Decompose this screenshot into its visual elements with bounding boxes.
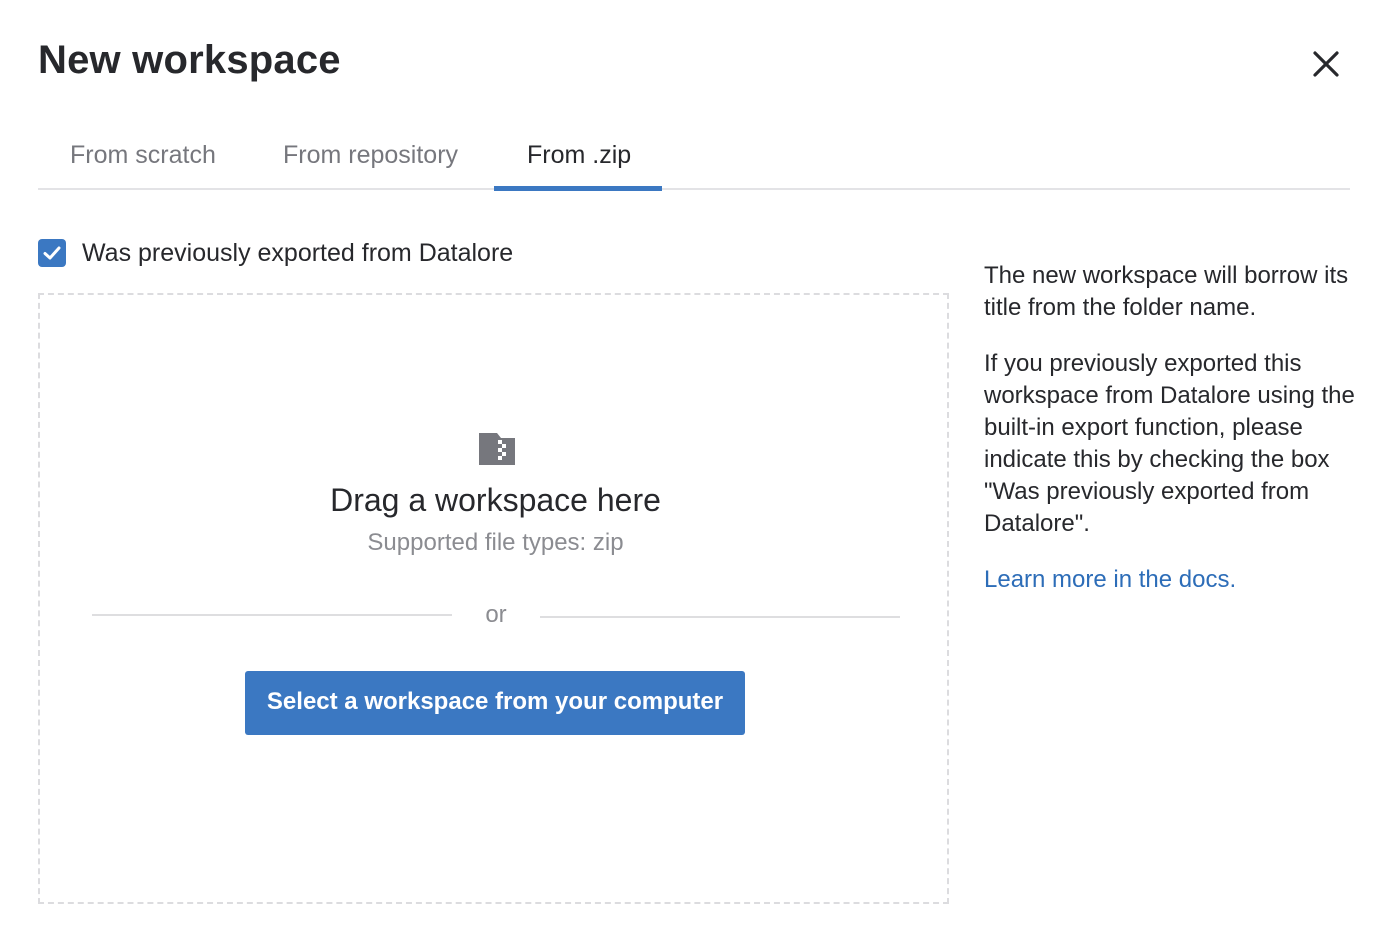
tab-from-repository[interactable]: From repository bbox=[283, 128, 458, 188]
divider-left bbox=[92, 614, 452, 616]
new-workspace-dialog: New workspace From scratch From reposito… bbox=[0, 0, 1393, 937]
docs-link[interactable]: Learn more in the docs. bbox=[984, 566, 1236, 593]
info-panel: The new workspace will borrow its title … bbox=[984, 260, 1364, 620]
tab-from-scratch[interactable]: From scratch bbox=[70, 128, 216, 188]
previously-exported-option: Was previously exported from Datalore bbox=[38, 236, 513, 270]
file-drop-zone[interactable]: Drag a workspace here Supported file typ… bbox=[38, 293, 949, 904]
active-tab-indicator bbox=[494, 186, 662, 191]
info-paragraph-export: If you previously exported this workspac… bbox=[984, 350, 1355, 537]
close-icon bbox=[1313, 51, 1339, 77]
close-button[interactable] bbox=[1306, 44, 1346, 84]
tab-bar: From scratch From repository From .zip bbox=[38, 128, 1350, 191]
zip-file-icon bbox=[479, 433, 515, 465]
info-paragraph-title: The new workspace will borrow its title … bbox=[984, 262, 1349, 321]
divider-right bbox=[540, 616, 900, 618]
dialog-title: New workspace bbox=[38, 38, 341, 82]
drop-zone-title: Drag a workspace here bbox=[330, 482, 661, 518]
select-workspace-button[interactable]: Select a workspace from your computer bbox=[245, 671, 745, 735]
previously-exported-label[interactable]: Was previously exported from Datalore bbox=[82, 239, 513, 268]
previously-exported-checkbox[interactable] bbox=[38, 239, 66, 267]
supported-file-types: Supported file types: zip bbox=[367, 529, 624, 556]
checkmark-icon bbox=[43, 246, 61, 260]
or-separator: or bbox=[485, 601, 507, 628]
tab-from-zip[interactable]: From .zip bbox=[527, 128, 631, 188]
